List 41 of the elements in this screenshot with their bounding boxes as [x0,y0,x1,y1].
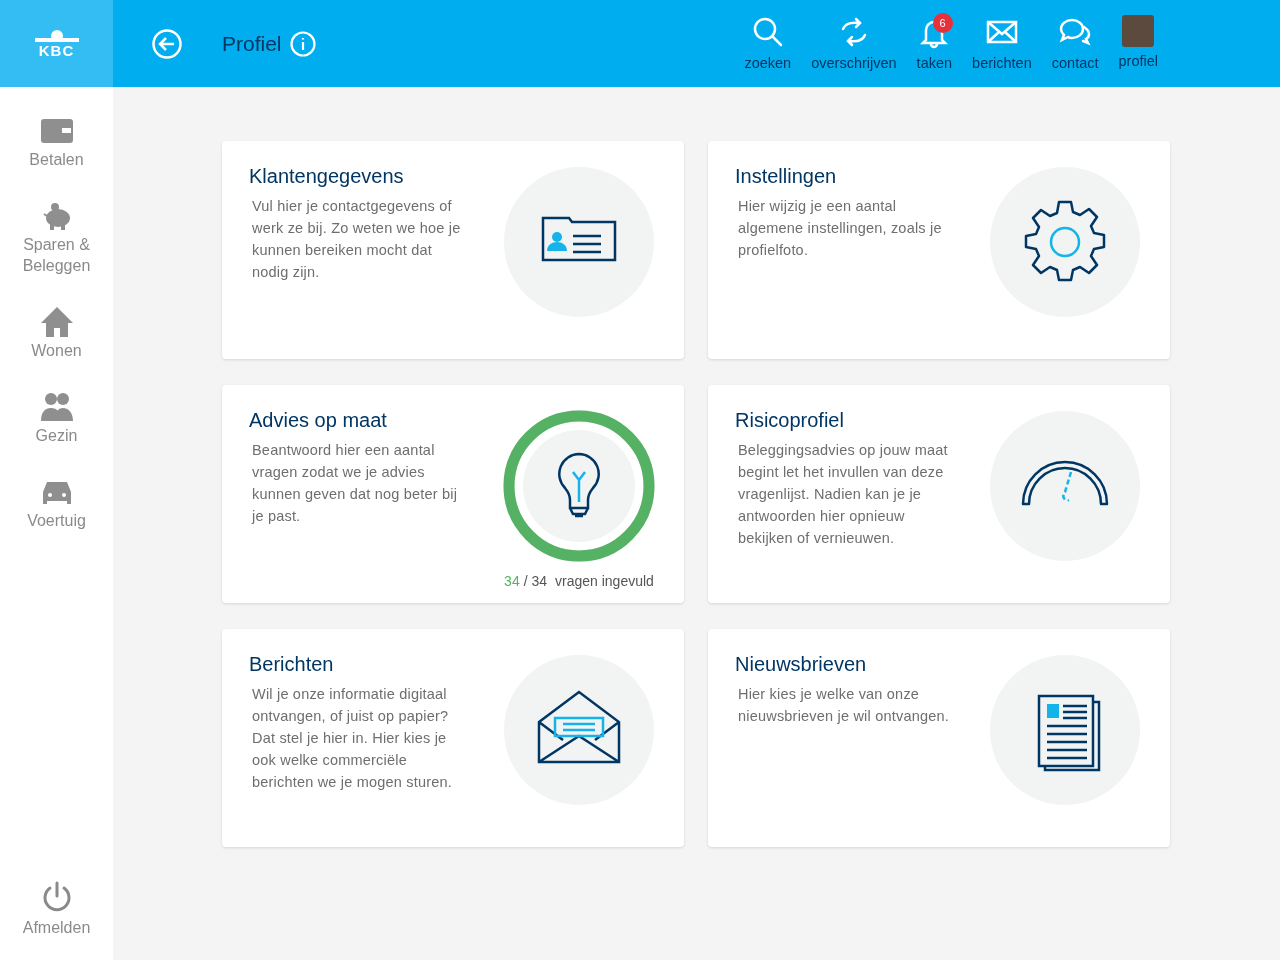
sidebar-item[interactable]: Betalen [6,115,107,170]
card-description: Wil je onze informatie digitaal ontvangen, of juist op papier? Dat stel je hier in. Hier kies je ook welke commerciële berichten we je mogen sturen. [252,685,454,792]
card-title: Risicoprofiel [735,408,845,433]
profile-card[interactable]: Berichten Wil je onze informatie digitaal ontvangen, of juist op papier? Dat stel je hier in. Hier kies je ook welke commerciële berichten we je mogen sturen. [222,629,684,847]
card-title: Berichten [249,652,335,677]
toolbar-button[interactable]: overschrijven [801,0,907,87]
card-title: Nieuwsbrieven [735,652,868,677]
sidebar-item[interactable]: Wonen [6,306,107,361]
sidebar-item[interactable]: Sparen & Beleggen [6,200,107,276]
card-description: Beleggingsadvies op jouw maat begint let het invullen van deze vragenlijst. Nadien kan je je antwoorden hier opnieuw bekijken of vernieuwen. [738,441,949,548]
page-title: Profiel [222,30,282,57]
sidebar-item[interactable]: Gezin [6,391,107,446]
avatar-photo [1122,15,1155,47]
profile-card[interactable]: Instellingen Hier wijzig je een aantal algemene instellingen, zoals je profielfoto. [708,141,1170,359]
sidebar-item[interactable]: Voertuig [6,476,107,531]
house-icon [39,306,74,338]
total-count: / 34 [523,572,548,591]
card-description: Vul hier je contactgegevens of werk ze bij. Zo weten we hoe je kunnen bereiken mocht dat nodig zijn. [252,197,462,282]
profile-card[interactable]: Risicoprofiel Beleggingsadvies op jouw maat begint let het invullen van deze vragenlijst. Nadien kan je je antwoorden hier opnieuw bekijken of vernieuwen. [708,385,1170,603]
toolbar-button[interactable]: contact [1041,0,1109,87]
profile-card[interactable]: Nieuwsbrieven Hier kies je welke van onze nieuwsbrieven je wil ontvangen. [708,629,1170,847]
notification-badge: 6 [932,13,953,33]
card-description: Beantwoord hier een aantal vragen zodat we je advies kunnen geven dat nog beter bij je past. [252,441,459,526]
card-description: Hier kies je welke van onze nieuwsbrieven je wil ontvangen. [738,685,950,726]
card-title: Instellingen [735,164,838,189]
toolbar-button[interactable]: zoeken [734,0,802,87]
progress-label: vragen ingevuld [555,572,654,591]
card-description: Hier wijzig je een aantal algemene instellingen, zoals je profielfoto. [738,197,943,260]
info-icon[interactable] [289,30,316,57]
toolbar-button[interactable]: taken 6 [906,0,963,87]
answered-count: 34 [504,572,520,591]
logout-button[interactable]: Afmelden [22,880,91,940]
card-title: Advies op maat [249,408,388,433]
card-title: Klantengegevens [249,164,405,189]
toolbar-button[interactable]: profiel [1108,0,1168,87]
logo-text: KBC [38,42,75,58]
back-button[interactable] [151,27,183,60]
people-icon [39,391,74,423]
profile-card[interactable]: Advies op maat Beantwoord hier een aantal vragen zodat we je advies kunnen geven dat nog beter bij je past. 34 / 34 vragen ingevuld [222,385,684,603]
profile-card[interactable]: Klantengegevens Vul hier je contactgegevens of werk ze bij. Zo weten we hoe je kunnen bereiken mocht dat nodig zijn. [222,141,684,359]
toolbar-button[interactable]: berichten [962,0,1042,87]
